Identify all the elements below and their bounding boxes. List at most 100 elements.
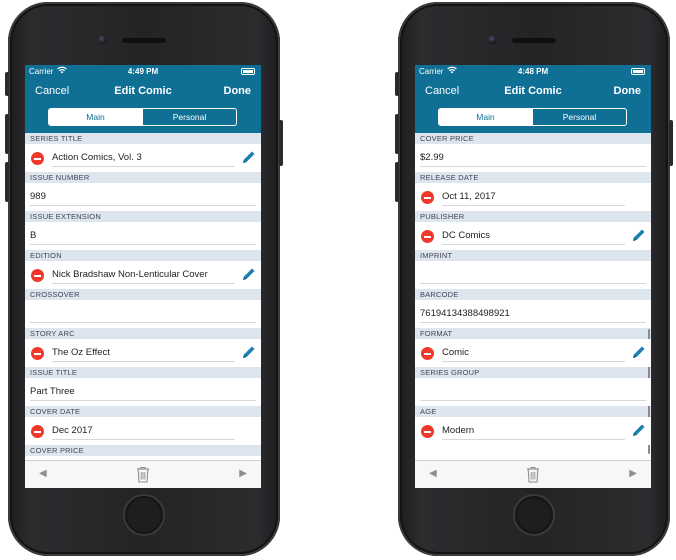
field-value[interactable]: Action Comics, Vol. 3 [52,152,142,163]
field-list[interactable]: COVER PRICE $2.99 RELEASE DATE Oct 11, 2017… [415,133,651,458]
power-button [279,120,283,166]
minus-circle-icon[interactable] [421,347,434,360]
field-row[interactable]: 989 [25,183,261,211]
bottom-toolbar: ◀ ▶ [25,460,261,488]
field-value[interactable]: Nick Bradshaw Non-Lenticular Cover [52,269,208,280]
field-underline [420,283,646,284]
section-header: RELEASE DATE [415,172,651,183]
minus-circle-icon[interactable] [421,191,434,204]
field-underline [52,361,235,362]
volume-down-button [5,162,9,202]
pencil-icon[interactable] [631,344,647,360]
screen: Carrier 4:49 PM Cancel Edit Comic Done M… [25,65,261,488]
done-button[interactable]: Done [614,85,642,97]
section-header: EDITION [25,250,261,261]
nav-bar: Cancel Edit Comic Done [415,79,651,105]
field-underline [420,400,646,401]
field-list[interactable]: SERIES TITLE Action Comics, Vol. 3 ISSUE N… [25,133,261,458]
segment-bar: Main Personal [415,105,651,133]
tab-personal[interactable]: Personal [142,109,236,125]
minus-circle-icon[interactable] [31,152,44,165]
field-value[interactable]: B [30,230,36,241]
section-header: IMPRINT [415,250,651,261]
status-bar: Carrier 4:48 PM [415,65,651,79]
field-underline [52,283,235,284]
field-row[interactable] [25,456,261,458]
minus-circle-icon[interactable] [31,425,44,438]
tab-personal[interactable]: Personal [532,109,626,125]
pencil-icon[interactable] [241,266,257,282]
field-row[interactable] [415,261,651,289]
field-row[interactable]: $2.99 [415,144,651,172]
next-comic-button[interactable]: ▶ [239,468,247,479]
tab-main[interactable]: Main [49,109,142,125]
minus-circle-icon[interactable] [31,347,44,360]
done-button[interactable]: Done [224,85,252,97]
tab-main[interactable]: Main [439,109,532,125]
volume-down-button [395,162,399,202]
section-header: SERIES TITLE [25,133,261,144]
field-value[interactable]: 989 [30,191,46,202]
earpiece-speaker [122,38,166,43]
segmented-control: Main Personal [48,108,237,126]
next-comic-button[interactable]: ▶ [629,468,637,479]
field-row[interactable]: The Oz Effect [25,339,261,367]
field-value[interactable]: DC Comics [442,230,490,241]
field-row[interactable]: Nick Bradshaw Non-Lenticular Cover [25,261,261,289]
field-value[interactable]: Part Three [30,386,75,397]
field-underline [442,205,625,206]
field-row[interactable]: Comic [415,339,651,367]
field-value[interactable]: Comic [442,347,469,358]
field-row[interactable] [25,300,261,328]
field-row[interactable]: Modern [415,417,651,445]
section-header: CROSSOVER [25,289,261,300]
previous-comic-button[interactable]: ◀ [39,468,47,479]
section-header: BARCODE [415,289,651,300]
trash-icon[interactable] [136,466,150,483]
pencil-icon[interactable] [631,227,647,243]
phone-right: Carrier 4:48 PM Cancel Edit Comic Done M… [395,2,673,556]
power-button [669,120,673,166]
field-row[interactable]: B [25,222,261,250]
section-header: FORMAT [415,328,651,339]
section-header: SERIES GROUP [415,367,651,378]
home-button [513,494,555,536]
front-camera [488,35,497,44]
field-value[interactable]: $2.99 [420,152,444,163]
nav-bar: Cancel Edit Comic Done [25,79,261,105]
field-row[interactable]: Oct 11, 2017 [415,183,651,211]
field-row[interactable]: Dec 2017 [25,417,261,445]
battery-icon [241,68,255,75]
section-header: PUBLISHER [415,211,651,222]
section-header: AGE [415,406,651,417]
front-camera [98,35,107,44]
field-row[interactable]: Action Comics, Vol. 3 [25,144,261,172]
field-underline [52,439,235,440]
minus-circle-icon[interactable] [31,269,44,282]
earpiece-speaker [512,38,556,43]
mute-switch [395,72,399,96]
field-underline [420,166,646,167]
field-value[interactable]: Modern [442,425,474,436]
field-row[interactable]: 76194134388498921 [415,300,651,328]
pencil-icon[interactable] [241,149,257,165]
field-row[interactable] [415,378,651,406]
pencil-icon[interactable] [241,344,257,360]
field-underline [442,361,625,362]
section-header: STORY ARC [25,328,261,339]
field-row[interactable]: DC Comics [415,222,651,250]
segment-bar: Main Personal [25,105,261,133]
field-value[interactable]: The Oz Effect [52,347,110,358]
minus-circle-icon[interactable] [421,425,434,438]
mute-switch [5,72,9,96]
trash-icon[interactable] [526,466,540,483]
previous-comic-button[interactable]: ◀ [429,468,437,479]
field-value[interactable]: 76194134388498921 [420,308,510,319]
pencil-icon[interactable] [631,422,647,438]
field-value[interactable]: Dec 2017 [52,425,93,436]
field-value[interactable]: Oct 11, 2017 [442,191,496,202]
minus-circle-icon[interactable] [421,230,434,243]
field-row[interactable]: Part Three [25,378,261,406]
status-time: 4:49 PM [127,67,159,76]
battery-icon [631,68,645,75]
